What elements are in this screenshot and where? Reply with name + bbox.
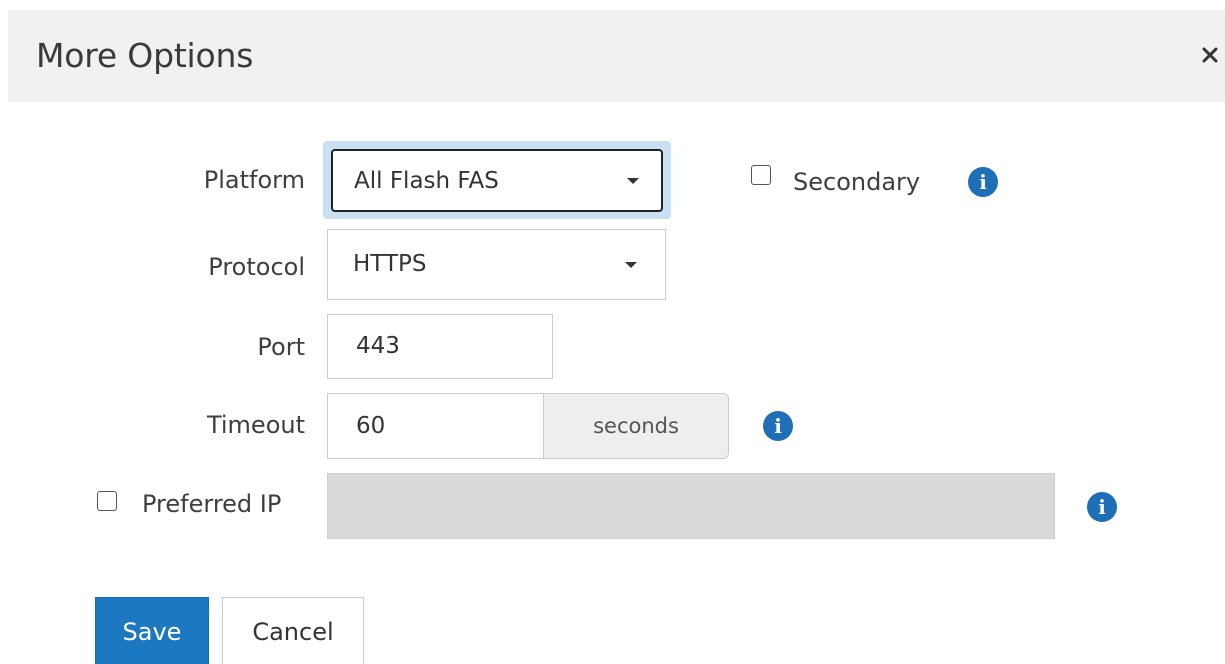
timeout-label: Timeout (206, 411, 305, 439)
info-icon[interactable]: i (763, 411, 793, 441)
port-input[interactable]: 443 (327, 314, 553, 379)
protocol-select-value: HTTPS (353, 251, 427, 277)
close-icon[interactable] (1198, 43, 1222, 67)
chevron-down-icon (627, 178, 639, 184)
dialog-title: More Options (36, 36, 254, 75)
preferred-ip-label: Preferred IP (142, 490, 282, 518)
protocol-label: Protocol (208, 253, 305, 281)
platform-select[interactable]: All Flash FAS (331, 149, 663, 212)
secondary-checkbox[interactable] (751, 165, 771, 185)
preferred-ip-checkbox[interactable] (97, 491, 117, 511)
timeout-unit-addon: seconds (543, 393, 729, 459)
info-icon[interactable]: i (1087, 492, 1117, 522)
timeout-input-value: 60 (356, 413, 386, 439)
more-options-dialog: More Options Platform All Flash FAS Seco… (0, 0, 1225, 664)
platform-select-value: All Flash FAS (354, 168, 499, 194)
save-button[interactable]: Save (95, 597, 209, 664)
preferred-ip-input (327, 473, 1055, 539)
chevron-down-icon (625, 262, 637, 268)
secondary-label: Secondary (793, 168, 921, 196)
port-input-value: 443 (356, 333, 400, 359)
platform-label: Platform (203, 166, 305, 194)
cancel-button[interactable]: Cancel (222, 597, 364, 664)
timeout-input[interactable]: 60 (327, 393, 545, 459)
info-icon[interactable]: i (968, 167, 998, 197)
dialog-header: More Options (8, 10, 1225, 102)
port-label: Port (257, 333, 305, 361)
protocol-select[interactable]: HTTPS (327, 229, 666, 300)
